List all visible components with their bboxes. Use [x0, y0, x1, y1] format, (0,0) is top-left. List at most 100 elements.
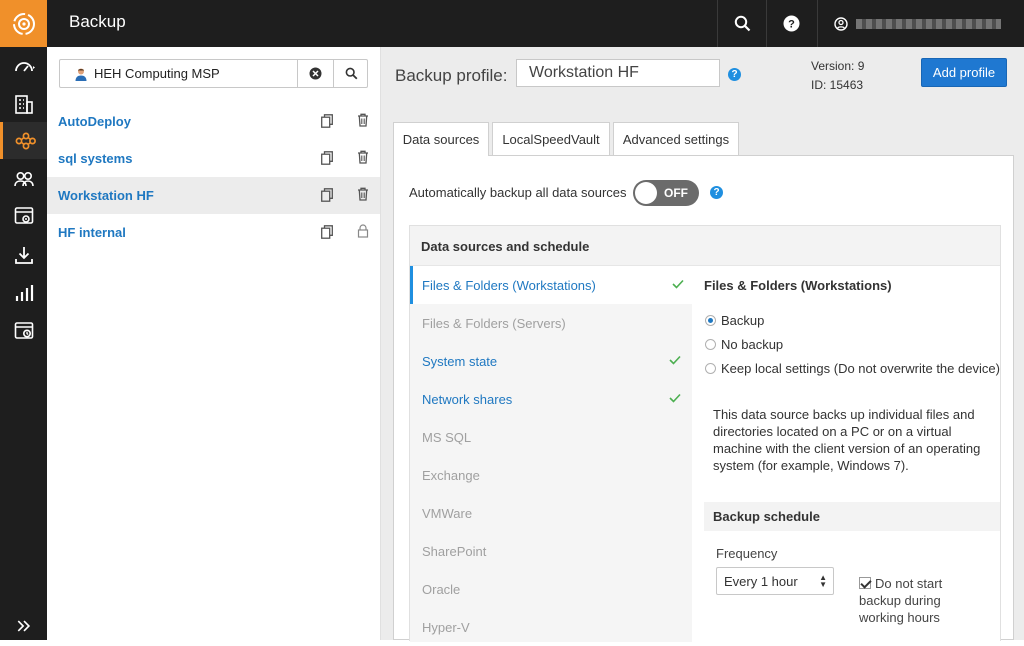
users-nav[interactable]: [0, 160, 47, 197]
search-icon: [734, 15, 751, 32]
check-icon: [672, 279, 684, 289]
data-source-label: Network shares: [422, 392, 512, 407]
radio-keep-local[interactable]: Keep local settings (Do not overwrite th…: [705, 361, 1000, 376]
help-button[interactable]: ?: [766, 0, 815, 47]
frequency-label: Frequency: [716, 546, 777, 561]
chevron-updown-icon: ▲▼: [819, 574, 827, 588]
data-sources-panel: Automatically backup all data sources OF…: [393, 155, 1014, 640]
data-source-item[interactable]: MS SQL: [410, 418, 692, 456]
profile-name: AutoDeploy: [58, 114, 131, 129]
search-button[interactable]: [717, 0, 766, 47]
copy-icon[interactable]: [321, 188, 333, 202]
tab-localspeedvault[interactable]: LocalSpeedVault: [492, 122, 610, 155]
radio-button[interactable]: [705, 363, 716, 374]
customer-search: [59, 59, 368, 88]
lock-icon: [357, 224, 369, 238]
double-chevron-right-icon: [15, 617, 33, 635]
section-title: Data sources and schedule: [421, 239, 589, 254]
schedule-header: Backup schedule: [704, 502, 1000, 531]
dashboard-icon: [13, 56, 35, 78]
download-icon: [13, 244, 35, 266]
radio-no-backup[interactable]: No backup: [705, 337, 783, 352]
monitor-nav[interactable]: [0, 312, 47, 349]
copy-icon[interactable]: [321, 225, 333, 239]
check-icon: [669, 355, 681, 365]
settings-nav[interactable]: [0, 197, 47, 234]
svg-text:?: ?: [788, 19, 795, 31]
radio-backup[interactable]: Backup: [705, 313, 764, 328]
monitor-icon: [13, 320, 35, 342]
trash-icon[interactable]: [357, 150, 369, 164]
data-source-label: SharePoint: [422, 544, 486, 559]
customers-nav[interactable]: [0, 85, 47, 122]
add-profile-button[interactable]: Add profile: [921, 58, 1007, 87]
radio-button[interactable]: [705, 315, 716, 326]
avatar-icon: [74, 67, 88, 81]
data-source-item[interactable]: VMWare: [410, 494, 692, 532]
tab-data-sources[interactable]: Data sources: [393, 122, 489, 156]
data-source-item[interactable]: Network shares: [410, 380, 692, 418]
auto-backup-toggle[interactable]: OFF: [633, 180, 699, 206]
id-text: ID: 15463: [811, 76, 864, 95]
check-icon: [669, 393, 681, 403]
left-nav-rail: [0, 0, 47, 640]
clear-icon: [309, 67, 322, 80]
profile-item[interactable]: sql systems: [47, 140, 380, 177]
data-source-item[interactable]: System state: [410, 342, 692, 380]
backup-profile-label: Backup profile:: [395, 66, 507, 86]
data-source-item[interactable]: Files & Folders (Servers): [410, 304, 692, 342]
working-hours-checkbox[interactable]: [859, 577, 871, 589]
search-icon: [345, 67, 358, 80]
data-source-list: Files & Folders (Workstations) Files & F…: [410, 266, 692, 642]
data-source-item[interactable]: Oracle: [410, 570, 692, 608]
reports-icon: [13, 282, 35, 304]
data-source-item[interactable]: SharePoint: [410, 532, 692, 570]
copy-icon[interactable]: [321, 114, 333, 128]
trash-icon[interactable]: [357, 187, 369, 201]
page-title: Backup: [69, 12, 126, 32]
profile-name-input[interactable]: [516, 59, 720, 87]
app-logo[interactable]: [0, 0, 47, 47]
users-icon: [13, 168, 35, 190]
help-icon[interactable]: ?: [728, 68, 741, 81]
frequency-select[interactable]: Every 1 hour ▲▼: [716, 567, 834, 595]
help-icon[interactable]: ?: [710, 186, 723, 199]
expand-rail-button[interactable]: [0, 612, 47, 640]
data-sources-schedule: Data sources and schedule Files & Folder…: [409, 225, 1001, 641]
version-text: Version: 9: [811, 57, 864, 76]
frequency-value: Every 1 hour: [724, 574, 798, 589]
detail-description: This data source backs up individual fil…: [713, 406, 993, 474]
top-bar: Backup ?: [47, 0, 1024, 47]
data-source-item[interactable]: Files & Folders (Workstations): [410, 266, 692, 304]
copy-icon[interactable]: [321, 151, 333, 165]
tab-advanced-settings[interactable]: Advanced settings: [613, 122, 739, 155]
settings-window-icon: [13, 205, 35, 227]
working-hours-option[interactable]: Do not start backup during working hours: [859, 575, 969, 626]
data-source-label: Oracle: [422, 582, 460, 597]
radio-button[interactable]: [705, 339, 716, 350]
data-source-item[interactable]: Hyper-V: [410, 608, 692, 646]
data-source-item[interactable]: Exchange: [410, 456, 692, 494]
toggle-state: OFF: [664, 186, 688, 200]
backup-icon: [14, 130, 36, 152]
download-nav[interactable]: [0, 236, 47, 273]
backup-nav[interactable]: [0, 122, 47, 159]
dashboard-nav[interactable]: [0, 48, 47, 85]
profile-name: sql systems: [58, 151, 132, 166]
auto-backup-label: Automatically backup all data sources: [409, 185, 627, 200]
profile-item[interactable]: HF internal: [47, 214, 380, 251]
data-source-label: Exchange: [422, 468, 480, 483]
profile-editor: Backup profile: ? Version: 9 ID: 15463 A…: [381, 47, 1024, 640]
trash-icon[interactable]: [357, 113, 369, 127]
reports-nav[interactable]: [0, 274, 47, 311]
customer-search-input[interactable]: [94, 66, 294, 81]
clear-search-button[interactable]: [297, 60, 333, 87]
version-info: Version: 9 ID: 15463: [811, 57, 864, 95]
user-menu[interactable]: [817, 0, 1024, 47]
customer-search-button[interactable]: [333, 60, 368, 87]
profile-item-selected[interactable]: Workstation HF: [47, 177, 380, 214]
radio-label: Backup: [721, 313, 764, 328]
logo-icon: [11, 11, 37, 37]
profile-item[interactable]: AutoDeploy: [47, 103, 380, 140]
building-icon: [13, 93, 35, 115]
